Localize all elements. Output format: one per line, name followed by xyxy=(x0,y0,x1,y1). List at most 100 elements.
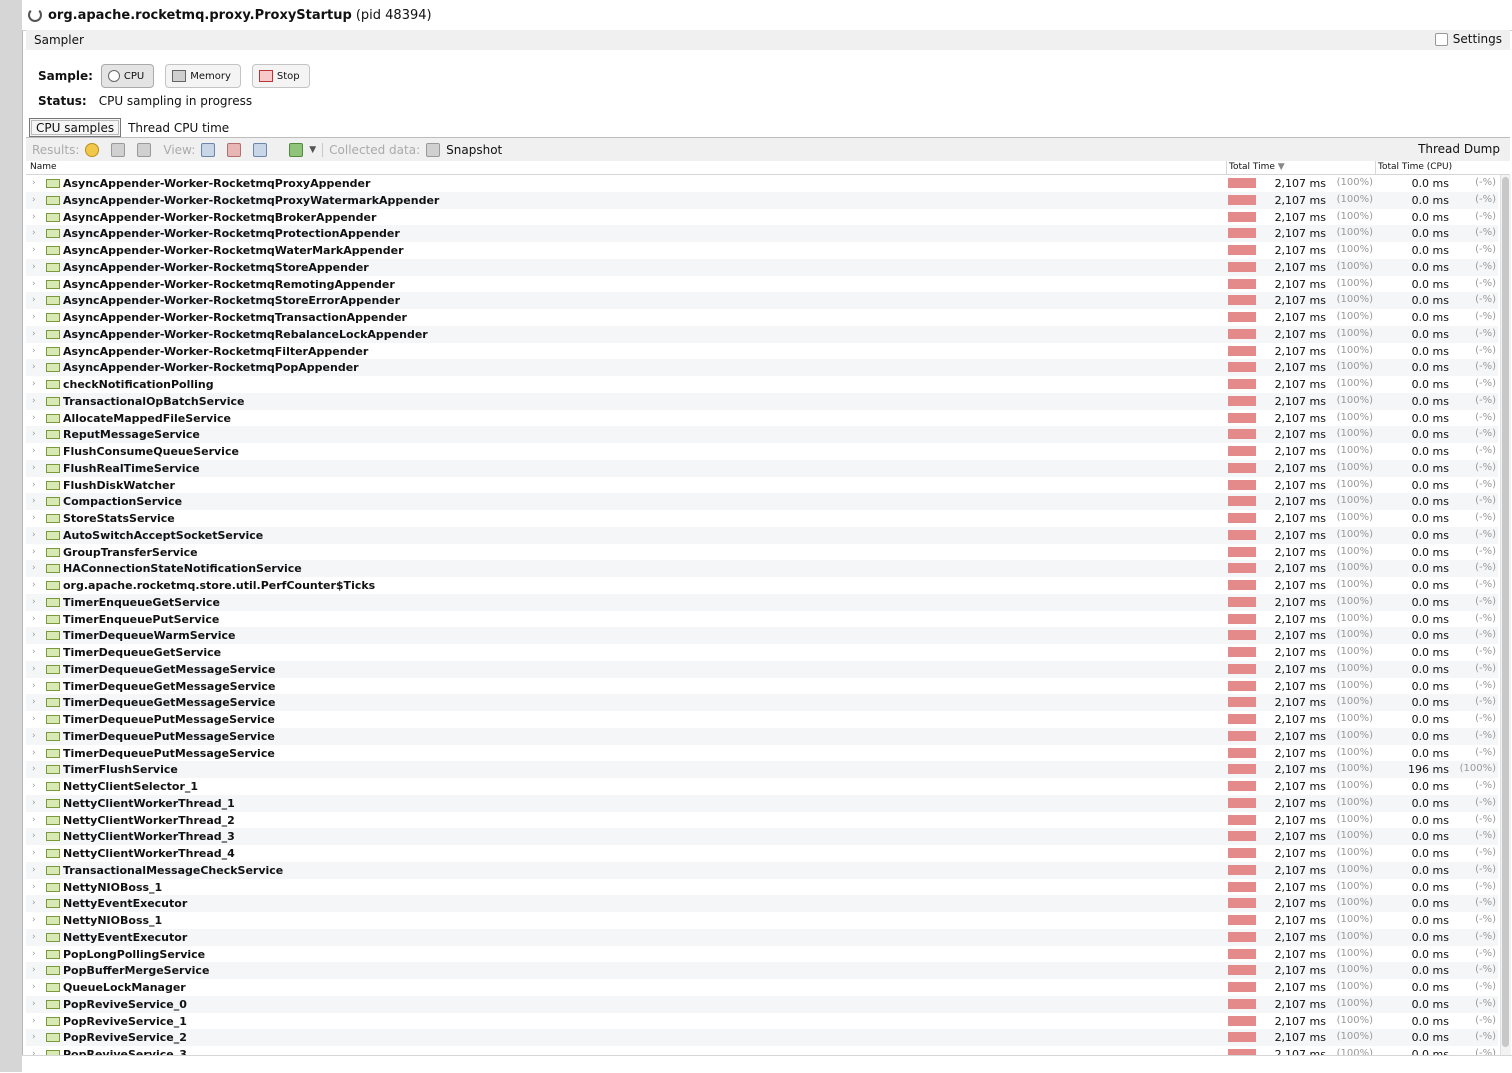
expand-arrow-icon[interactable]: › xyxy=(32,630,36,640)
table-row[interactable]: › checkNotificationPolling 2,107 ms (100%) 0… xyxy=(26,376,1498,393)
thread-dump-button[interactable]: Thread Dump xyxy=(1418,142,1500,156)
expand-arrow-icon[interactable]: › xyxy=(32,446,36,456)
expand-arrow-icon[interactable]: › xyxy=(32,228,36,238)
expand-arrow-icon[interactable]: › xyxy=(32,496,36,506)
table-row[interactable]: › PopLongPollingService 2,107 ms (100%) 0.0 … xyxy=(26,946,1498,963)
table-row[interactable]: › TimerDequeuePutMessageService 2,107 ms (1… xyxy=(26,727,1498,745)
expand-arrow-icon[interactable]: › xyxy=(32,597,36,607)
table-row[interactable]: › NettyClientWorkerThread_3 2,107 ms (100%)… xyxy=(26,828,1498,845)
expand-arrow-icon[interactable]: › xyxy=(32,982,36,992)
table-row[interactable]: › TimerDequeuePutMessageService 2,107 ms (1… xyxy=(26,745,1498,762)
expand-arrow-icon[interactable]: › xyxy=(32,882,36,892)
table-row[interactable]: › AsyncAppender-Worker-RocketmqProxyAppen… xyxy=(26,175,1498,192)
table-row[interactable]: › FlushRealTimeService 2,107 ms (100%) 0.0 m… xyxy=(26,459,1498,477)
expand-arrow-icon[interactable]: › xyxy=(32,798,36,808)
table-row[interactable]: › AsyncAppender-Worker-RocketmqPopAppende… xyxy=(26,359,1498,376)
table-row[interactable]: › TimerDequeueGetMessageService 2,107 ms (1… xyxy=(26,660,1498,678)
table-row[interactable]: › AutoSwitchAcceptSocketService 2,107 ms (1… xyxy=(26,526,1498,544)
dropdown-arrow-icon[interactable]: ▼ xyxy=(309,145,316,155)
expand-arrow-icon[interactable]: › xyxy=(32,547,36,557)
snapshot-button[interactable]: Snapshot xyxy=(446,143,502,157)
expand-arrow-icon[interactable]: › xyxy=(32,346,36,356)
table-row[interactable]: › NettyClientSelector_1 2,107 ms (100%) 0.0 … xyxy=(26,778,1498,795)
settings-checkbox[interactable] xyxy=(1434,32,1448,46)
expand-arrow-icon[interactable]: › xyxy=(32,965,36,975)
expand-arrow-icon[interactable]: › xyxy=(32,362,36,372)
table-row[interactable]: › AsyncAppender-Worker-RocketmqStoreAppen… xyxy=(26,258,1498,276)
column-name[interactable]: Name xyxy=(30,162,57,172)
table-row[interactable]: › AsyncAppender-Worker-RocketmqProtection… xyxy=(26,225,1498,242)
tab-thread-cpu-time[interactable]: Thread CPU time xyxy=(121,118,236,137)
table-row[interactable]: › TimerFlushService 2,107 ms (100%) 196 ms (1… xyxy=(26,761,1498,778)
expand-arrow-icon[interactable]: › xyxy=(32,999,36,1009)
expand-arrow-icon[interactable]: › xyxy=(32,480,36,490)
expand-arrow-icon[interactable]: › xyxy=(32,312,36,322)
expand-arrow-icon[interactable]: › xyxy=(32,1016,36,1026)
expand-arrow-icon[interactable]: › xyxy=(32,329,36,339)
table-row[interactable]: › AsyncAppender-Worker-RocketmqWaterMarkA… xyxy=(26,242,1498,259)
table-row[interactable]: › AsyncAppender-Worker-RocketmqRebalanceL… xyxy=(26,325,1498,343)
tab-cpu-samples[interactable]: CPU samples xyxy=(29,118,122,137)
settings-toggle[interactable]: Settings xyxy=(1434,32,1502,46)
expand-arrow-icon[interactable]: › xyxy=(32,212,36,222)
stop-button[interactable]: Stop xyxy=(251,64,310,88)
expand-arrow-icon[interactable]: › xyxy=(32,831,36,841)
expand-arrow-icon[interactable]: › xyxy=(32,1032,36,1042)
expand-arrow-icon[interactable]: › xyxy=(32,815,36,825)
expand-arrow-icon[interactable]: › xyxy=(32,279,36,289)
table-row[interactable]: › TimerDequeueWarmService 2,107 ms (100%) 0.… xyxy=(26,627,1498,644)
expand-arrow-icon[interactable]: › xyxy=(32,681,36,691)
expand-arrow-icon[interactable]: › xyxy=(32,898,36,908)
table-row[interactable]: › TimerDequeueGetMessageService 2,107 ms (1… xyxy=(26,678,1498,695)
expand-arrow-icon[interactable]: › xyxy=(32,664,36,674)
expand-arrow-icon[interactable]: › xyxy=(32,915,36,925)
table-row[interactable]: › PopReviveService_0 2,107 ms (100%) 0.0 ms (… xyxy=(26,995,1498,1013)
back-traces-icon[interactable] xyxy=(253,142,268,157)
table-row[interactable]: › PopReviveService_2 2,107 ms (100%) 0.0 ms (… xyxy=(26,1029,1498,1046)
hot-spots-icon[interactable] xyxy=(227,142,242,157)
table-row[interactable]: › TimerEnqueuePutService 2,107 ms (100%) 0.0… xyxy=(26,611,1498,628)
table-row[interactable]: › AsyncAppender-Worker-RocketmqBrokerAppe… xyxy=(26,209,1498,226)
expand-arrow-icon[interactable]: › xyxy=(32,848,36,858)
expand-arrow-icon[interactable]: › xyxy=(32,748,36,758)
table-row[interactable]: › AsyncAppender-Worker-RocketmqTransactio… xyxy=(26,309,1498,326)
expand-arrow-icon[interactable]: › xyxy=(32,295,36,305)
table-row[interactable]: › TimerEnqueueGetService 2,107 ms (100%) 0.0… xyxy=(26,593,1498,611)
table-row[interactable]: › TransactionalOpBatchService 2,107 ms (100… xyxy=(26,392,1498,410)
expand-arrow-icon[interactable]: › xyxy=(32,396,36,406)
cpu-button[interactable]: CPU xyxy=(100,64,155,88)
snapshot-icon[interactable] xyxy=(426,142,441,157)
table-row[interactable]: › NettyClientWorkerThread_4 2,107 ms (100%)… xyxy=(26,845,1498,862)
memory-button[interactable]: Memory xyxy=(165,64,241,88)
table-row[interactable]: › TimerDequeueGetService 2,107 ms (100%) 0.0… xyxy=(26,644,1498,661)
table-row[interactable]: › AsyncAppender-Worker-RocketmqFilterAppe… xyxy=(26,343,1498,360)
table-row[interactable]: › NettyEventExecutor 2,107 ms (100%) 0.0 ms (… xyxy=(26,895,1498,912)
table-row[interactable]: › AllocateMappedFileService 2,107 ms (100%)… xyxy=(26,410,1498,427)
table-row[interactable]: › AsyncAppender-Worker-RocketmqRemotingAp… xyxy=(26,276,1498,293)
expand-arrow-icon[interactable]: › xyxy=(32,262,36,272)
expand-arrow-icon[interactable]: › xyxy=(32,949,36,959)
expand-arrow-icon[interactable]: › xyxy=(32,932,36,942)
table-row[interactable]: › AsyncAppender-Worker-RocketmqStoreError… xyxy=(26,292,1498,309)
table-row[interactable]: › CompactionService 2,107 ms (100%) 0.0 ms (-… xyxy=(26,493,1498,510)
expand-arrow-icon[interactable]: › xyxy=(32,614,36,624)
expand-arrow-icon[interactable]: › xyxy=(32,178,36,188)
table-row[interactable]: › ReputMessageService 2,107 ms (100%) 0.0 ms… xyxy=(26,426,1498,443)
pause-icon[interactable] xyxy=(85,142,100,157)
vertical-scrollbar[interactable] xyxy=(1500,175,1511,1055)
table-row[interactable]: › HAConnectionStateNotificationService 2,1… xyxy=(26,560,1498,577)
table-row[interactable]: › PopReviveService_3 2,107 ms (100%) 0.0 ms(… xyxy=(26,1046,1498,1055)
table-row[interactable]: › PopBufferMergeService 2,107 ms (100%) 0.0 … xyxy=(26,962,1498,979)
table-row[interactable]: › PopReviveService_1 2,107 ms (100%) 0.0 ms (… xyxy=(26,1013,1498,1030)
expand-arrow-icon[interactable]: › xyxy=(32,764,36,774)
table-row[interactable]: › AsyncAppender-Worker-RocketmqProxyWater… xyxy=(26,191,1498,209)
expand-arrow-icon[interactable]: › xyxy=(32,429,36,439)
table-row[interactable]: › NettyNIOBoss_1 2,107 ms (100%) 0.0 ms (-%) xyxy=(26,912,1498,929)
expand-arrow-icon[interactable]: › xyxy=(32,463,36,473)
table-row[interactable]: › TimerDequeuePutMessageService 2,107 ms (1… xyxy=(26,711,1498,728)
expand-arrow-icon[interactable]: › xyxy=(32,714,36,724)
table-row[interactable]: › TimerDequeueGetMessageService 2,107 ms (1… xyxy=(26,694,1498,711)
expand-arrow-icon[interactable]: › xyxy=(32,697,36,707)
scrollbar-thumb[interactable] xyxy=(1502,177,1509,1047)
table-row[interactable]: › NettyEventExecutor 2,107 ms (100%) 0.0 ms (… xyxy=(26,928,1498,946)
